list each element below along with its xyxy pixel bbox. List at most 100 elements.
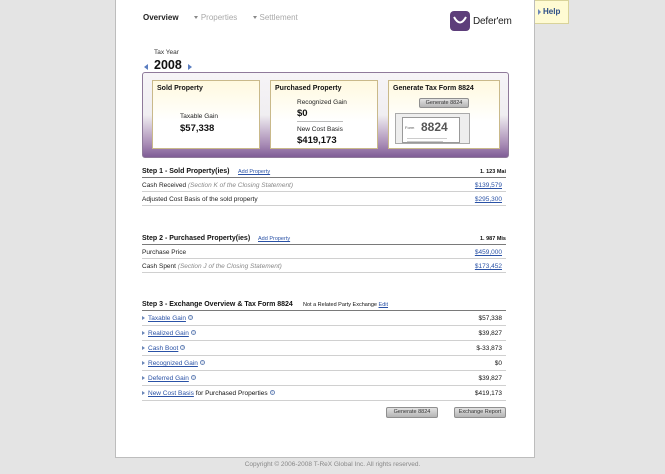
- help-question-icon[interactable]: ?: [187, 315, 193, 320]
- generate-8824-button[interactable]: Generate 8824: [419, 98, 469, 108]
- row-label-text: Cash Received: [142, 182, 187, 189]
- chevron-down-icon: [252, 16, 257, 20]
- cash-boot-link[interactable]: Cash Boot: [148, 345, 178, 352]
- nav-settlement-label: Settlement: [259, 13, 298, 22]
- help-arrow-icon: [538, 9, 541, 15]
- row-link: New Cost Basis for Purchased Properties?: [148, 390, 275, 397]
- row-value: $0: [494, 360, 502, 367]
- app-logo: Defer'em: [450, 11, 512, 33]
- recognized-gain-value: $0: [297, 108, 308, 119]
- step2-section: Step 2 - Purchased Property(ies) Add Pro…: [142, 235, 506, 273]
- deferred-gain-link[interactable]: Deferred Gain: [148, 375, 189, 382]
- expand-arrow-icon[interactable]: [142, 376, 145, 380]
- recognized-gain-label: Recognized Gain: [297, 99, 347, 106]
- help-tab[interactable]: Help: [535, 0, 569, 24]
- tax-year-label: Tax Year: [154, 49, 179, 56]
- nav-properties-label: Properties: [200, 13, 238, 22]
- help-question-icon[interactable]: ?: [190, 375, 196, 380]
- form-prefix: Form: [405, 125, 415, 130]
- expand-arrow-icon[interactable]: [142, 346, 145, 350]
- table-row: Realized Gain? $39,827: [142, 326, 506, 341]
- row-note: (Section J of the Closing Statement): [177, 263, 282, 270]
- step3-title: Step 3 - Exchange Overview & Tax Form 88…: [142, 301, 293, 308]
- realized-gain-link[interactable]: Realized Gain: [148, 330, 189, 337]
- table-row: Recognized Gain? $0: [142, 356, 506, 371]
- row-note: (Section K of the Closing Statement): [187, 182, 294, 189]
- new-cost-basis-link[interactable]: New Cost Basis: [148, 390, 194, 397]
- table-row: Adjusted Cost Basis of the sold property…: [142, 192, 506, 206]
- recognized-gain-link[interactable]: Recognized Gain: [148, 360, 198, 367]
- row-link: Recognized Gain?: [148, 360, 205, 367]
- row-label: Cash Received (Section K of the Closing …: [142, 182, 293, 189]
- row-value: $-33,873: [476, 345, 502, 352]
- nav-settlement[interactable]: Settlement: [252, 13, 298, 22]
- help-question-icon[interactable]: ?: [180, 345, 186, 350]
- related-party-status: Not a Related Party Exchange Edit: [303, 302, 388, 308]
- row-value: $57,338: [478, 315, 503, 322]
- chevron-down-icon: [193, 16, 198, 20]
- card-title: Generate Tax Form 8824: [393, 85, 474, 92]
- purchase-price-value-link[interactable]: $459,000: [475, 249, 502, 256]
- step1-add-property-link[interactable]: Add Property: [238, 169, 270, 175]
- generate-8824-bottom-button[interactable]: Generate 8824: [386, 407, 438, 418]
- card-title: Sold Property: [157, 85, 203, 92]
- logo-mark-icon: [450, 11, 470, 31]
- step1-section: Step 1 - Sold Property(ies) Add Property…: [142, 168, 506, 206]
- nav-overview[interactable]: Overview: [143, 13, 179, 22]
- row-link: Taxable Gain?: [148, 315, 193, 322]
- help-label: Help: [543, 7, 561, 16]
- step2-property-tab[interactable]: 1. 987 Mis: [480, 236, 506, 242]
- nav-properties[interactable]: Properties: [193, 13, 238, 22]
- step2-add-property-link[interactable]: Add Property: [258, 236, 290, 242]
- form-8824-thumbnail-icon[interactable]: Form 8824: [395, 113, 470, 144]
- expand-arrow-icon[interactable]: [142, 331, 145, 335]
- step1-title: Step 1 - Sold Property(ies): [142, 168, 230, 175]
- exchange-report-button[interactable]: Exchange Report: [454, 407, 506, 418]
- step2-header: Step 2 - Purchased Property(ies) Add Pro…: [142, 235, 506, 245]
- expand-arrow-icon[interactable]: [142, 391, 145, 395]
- generate-form-card: Generate Tax Form 8824 Generate 8824 For…: [388, 80, 500, 149]
- step2-title: Step 2 - Purchased Property(ies): [142, 235, 251, 242]
- logo-text: Defer'em: [473, 16, 512, 27]
- help-question-icon[interactable]: ?: [190, 330, 196, 335]
- prev-year-arrow-icon[interactable]: [144, 64, 148, 70]
- next-year-arrow-icon[interactable]: [188, 64, 192, 70]
- form-number: 8824: [421, 120, 448, 134]
- tax-year-value: 2008: [154, 58, 182, 72]
- sold-property-card: Sold Property Taxable Gain $57,338: [152, 80, 260, 149]
- summary-panel: Sold Property Taxable Gain $57,338 Purch…: [142, 72, 509, 158]
- help-question-icon[interactable]: ?: [269, 390, 275, 395]
- card-title: Purchased Property: [275, 85, 342, 92]
- help-question-icon[interactable]: ?: [199, 360, 205, 365]
- table-row: Deferred Gain? $39,827: [142, 371, 506, 386]
- adjusted-cost-basis-value-link[interactable]: $295,300: [475, 196, 502, 203]
- taxable-gain-value: $57,338: [180, 123, 215, 134]
- edit-related-link[interactable]: Edit: [379, 302, 388, 308]
- expand-arrow-icon[interactable]: [142, 316, 145, 320]
- row-label-text: Cash Spent: [142, 263, 176, 270]
- cash-received-value-link[interactable]: $139,579: [475, 182, 502, 189]
- purchased-property-card: Purchased Property Recognized Gain $0 Ne…: [270, 80, 378, 149]
- cash-spent-value-link[interactable]: $173,452: [475, 263, 502, 270]
- new-cost-basis-label: New Cost Basis: [297, 126, 343, 133]
- expand-arrow-icon[interactable]: [142, 361, 145, 365]
- divider: [297, 121, 343, 122]
- taxable-gain-link[interactable]: Taxable Gain: [148, 315, 186, 322]
- row-link: Deferred Gain?: [148, 375, 196, 382]
- row-link: Cash Boot?: [148, 345, 186, 352]
- step3-section: Step 3 - Exchange Overview & Tax Form 88…: [142, 301, 506, 418]
- row-suffix: for Purchased Properties: [195, 390, 268, 397]
- table-row: Cash Boot? $-33,873: [142, 341, 506, 356]
- table-row: Taxable Gain? $57,338: [142, 311, 506, 326]
- table-row: Cash Spent (Section J of the Closing Sta…: [142, 259, 506, 273]
- related-party-text: Not a Related Party Exchange: [303, 302, 377, 308]
- table-row: Purchase Price $459,000: [142, 245, 506, 259]
- form-line: [407, 141, 443, 142]
- main-page: Overview Properties Settlement Defer'em …: [115, 0, 535, 458]
- row-value: $39,827: [478, 330, 503, 337]
- row-link: Realized Gain?: [148, 330, 196, 337]
- row-label: Cash Spent (Section J of the Closing Sta…: [142, 263, 282, 270]
- row-value: $39,827: [478, 375, 503, 382]
- step1-property-tab[interactable]: 1. 123 Mai: [480, 169, 506, 175]
- step1-header: Step 1 - Sold Property(ies) Add Property…: [142, 168, 506, 178]
